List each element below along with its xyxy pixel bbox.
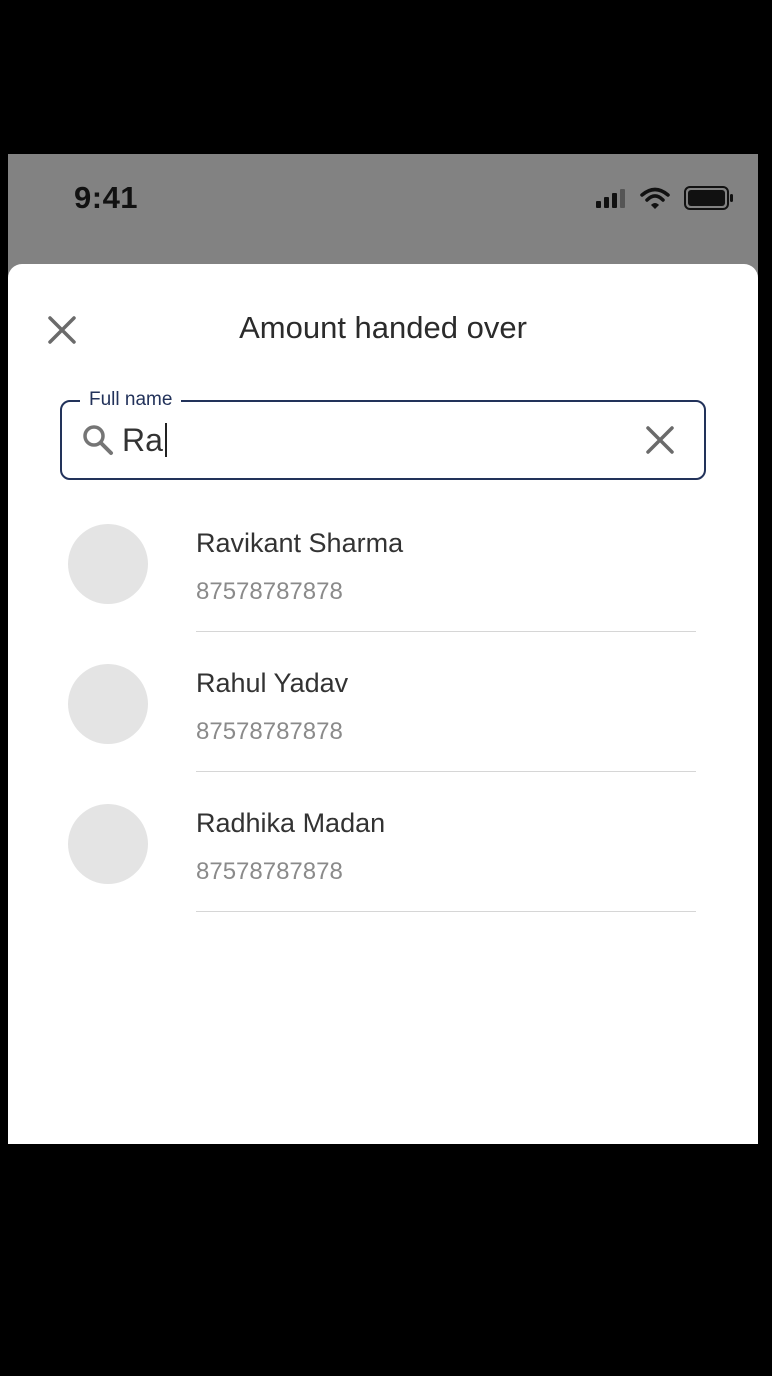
- clear-icon: [646, 426, 674, 454]
- text-caret: [164, 423, 167, 457]
- bottom-sheet: Amount handed over Full name Ra Ravikant…: [8, 264, 758, 1144]
- sheet-title: Amount handed over: [239, 310, 527, 345]
- divider: [196, 771, 696, 772]
- avatar: [68, 524, 148, 604]
- contact-name: Rahul Yadav: [196, 668, 349, 698]
- avatar: [68, 664, 148, 744]
- status-icons: [596, 186, 734, 215]
- search-results-list: Ravikant Sharma 87578787878 Rahul Yadav …: [8, 514, 758, 934]
- contact-phone: 87578787878: [196, 858, 343, 885]
- list-item[interactable]: Ravikant Sharma 87578787878: [8, 514, 758, 654]
- cellular-signal-icon: [596, 188, 626, 213]
- search-icon: [82, 424, 114, 456]
- divider: [196, 911, 696, 912]
- status-time: 9:41: [74, 180, 139, 215]
- contact-phone: 87578787878: [196, 578, 343, 605]
- status-bar: 9:41: [8, 154, 758, 264]
- full-name-search-field[interactable]: Full name Ra: [60, 388, 706, 480]
- contact-name: Radhika Madan: [196, 808, 386, 838]
- phone-screen: 9:41 Amount handed over Full name Ra Rav…: [8, 154, 758, 1144]
- list-item[interactable]: Radhika Madan 87578787878: [8, 794, 758, 934]
- contact-name: Ravikant Sharma: [196, 528, 404, 558]
- wifi-icon: [640, 187, 670, 214]
- divider: [196, 631, 696, 632]
- avatar: [68, 804, 148, 884]
- battery-icon: [684, 186, 734, 215]
- search-input-value: Ra: [122, 422, 163, 458]
- search-input[interactable]: Ra: [122, 420, 167, 460]
- list-item[interactable]: Rahul Yadav 87578787878: [8, 654, 758, 794]
- clear-search-button[interactable]: [644, 424, 676, 456]
- search-field-label: Full name: [80, 388, 182, 412]
- contact-phone: 87578787878: [196, 718, 343, 745]
